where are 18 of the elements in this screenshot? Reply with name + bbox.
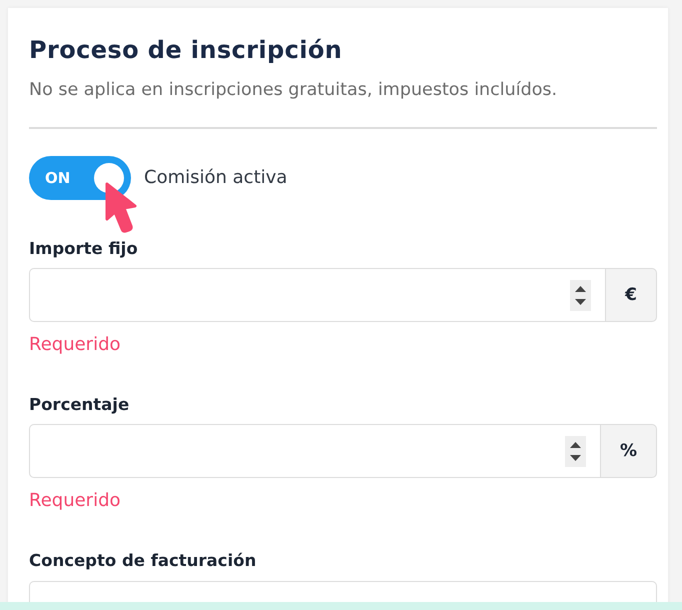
knob-icon [94,163,124,193]
field-label: Concepto de facturación [29,550,256,572]
select-field[interactable] [29,581,657,602]
number-input[interactable] [29,424,600,478]
toggle-label: Comisión activa [144,166,288,190]
stepper-icon[interactable] [564,436,586,466]
section-subtitle: No se aplica en inscripciones gratuitas, impuestos incluídos. [29,79,558,102]
stepper-icon[interactable] [570,280,592,310]
section-title: Proceso de inscripción [29,35,342,65]
pointer-icon [104,181,138,233]
error-message: Requerido [29,334,121,356]
number-input[interactable] [29,268,606,322]
field-label: Porcentaje [29,394,130,416]
error-message: Requerido [29,490,121,512]
toggle-switch[interactable]: ON [29,156,131,200]
unit-addon: € [605,268,657,322]
unit-addon: % [600,424,657,478]
field-label: Importe fijo [29,238,138,260]
